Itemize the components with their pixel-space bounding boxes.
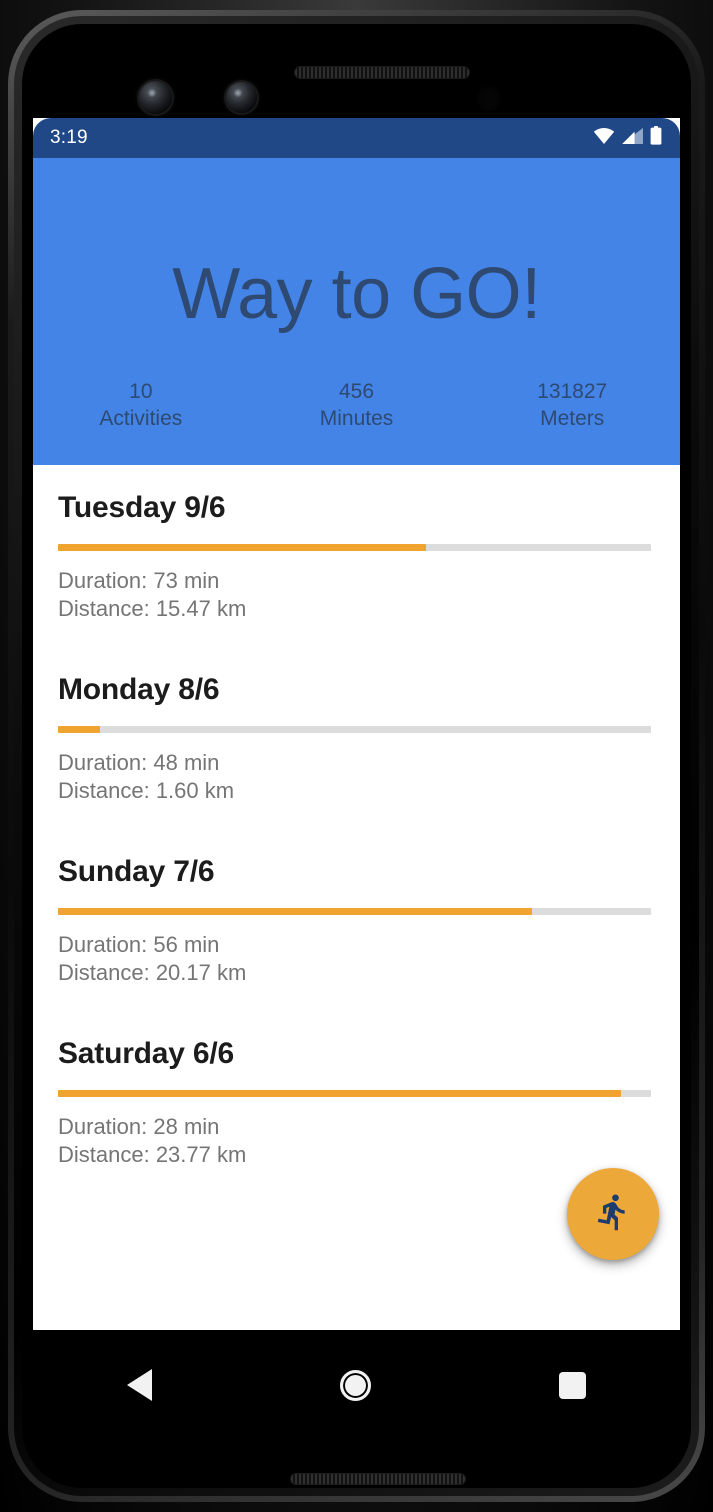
phone-device: 3:19 Way to GO! 10 Activities 456 Minute… [0, 0, 713, 1512]
wifi-icon [593, 127, 615, 149]
activity-duration: Duration: 28 min [58, 1114, 220, 1139]
home-circle-icon[interactable] [340, 1369, 371, 1401]
activity-progress-bar [58, 1090, 651, 1097]
activity-title: Monday 8/6 [58, 673, 220, 706]
activity-list[interactable]: Tuesday 9/6 Duration: 73 min Distance: 1… [33, 465, 680, 1190]
activity-progress-bar [58, 908, 651, 915]
running-person-icon [593, 1192, 633, 1237]
front-camera-secondary-icon [226, 82, 257, 113]
page-title: Way to GO! [172, 254, 541, 334]
earpiece-speaker [294, 66, 470, 79]
signal-icon [622, 127, 643, 149]
summary-stats: 10 Activities 456 Minutes 131827 Meters [33, 379, 680, 432]
status-bar: 3:19 [33, 118, 680, 158]
activity-title: Tuesday 9/6 [58, 491, 226, 524]
android-navigation-bar [33, 1330, 680, 1440]
recents-square-icon[interactable] [559, 1371, 586, 1399]
status-icons [593, 126, 662, 150]
list-item[interactable]: Monday 8/6 Duration: 48 min Distance: 1.… [33, 647, 680, 829]
list-item[interactable]: Saturday 6/6 Duration: 28 min Distance: … [33, 1011, 680, 1190]
app-header: Way to GO! 10 Activities 456 Minutes 131… [33, 158, 680, 465]
phone-screen: 3:19 Way to GO! 10 Activities 456 Minute… [33, 118, 680, 1330]
activity-progress-fill [58, 1090, 622, 1097]
start-activity-fab[interactable] [567, 1168, 659, 1260]
front-camera-icon [139, 81, 172, 114]
activity-distance: Distance: 15.47 km [58, 596, 247, 621]
activity-title: Saturday 6/6 [58, 1037, 235, 1070]
activity-progress-bar [58, 544, 651, 551]
proximity-sensor-icon [477, 86, 501, 112]
stat-meters-label: Meters [540, 407, 605, 430]
activity-duration: Duration: 48 min [58, 750, 220, 775]
back-triangle-icon[interactable] [127, 1369, 152, 1401]
stat-minutes-label: Minutes [319, 407, 394, 430]
activity-distance: Distance: 1.60 km [58, 778, 235, 803]
activity-progress-fill [58, 544, 426, 551]
activity-progress-fill [58, 726, 100, 733]
status-time: 3:19 [50, 127, 88, 148]
stat-activities-value: 10 [129, 380, 153, 403]
list-item[interactable]: Sunday 7/6 Duration: 56 min Distance: 20… [33, 829, 680, 1011]
battery-icon [650, 126, 662, 150]
stat-meters-value: 131827 [537, 380, 608, 403]
stat-activities: 10 Activities [33, 379, 249, 432]
stat-meters: 131827 Meters [464, 379, 680, 432]
stat-minutes-value: 456 [338, 380, 375, 403]
activity-distance: Distance: 20.17 km [58, 960, 247, 985]
stat-activities-label: Activities [99, 407, 183, 430]
activity-duration: Duration: 56 min [58, 932, 220, 957]
activity-duration: Duration: 73 min [58, 568, 220, 593]
stat-minutes: 456 Minutes [249, 379, 465, 432]
activity-distance: Distance: 23.77 km [58, 1142, 247, 1167]
activity-progress-fill [58, 908, 533, 915]
bottom-speaker [290, 1473, 466, 1485]
list-item[interactable]: Tuesday 9/6 Duration: 73 min Distance: 1… [33, 465, 680, 647]
activity-progress-bar [58, 726, 651, 733]
activity-title: Sunday 7/6 [58, 855, 215, 888]
